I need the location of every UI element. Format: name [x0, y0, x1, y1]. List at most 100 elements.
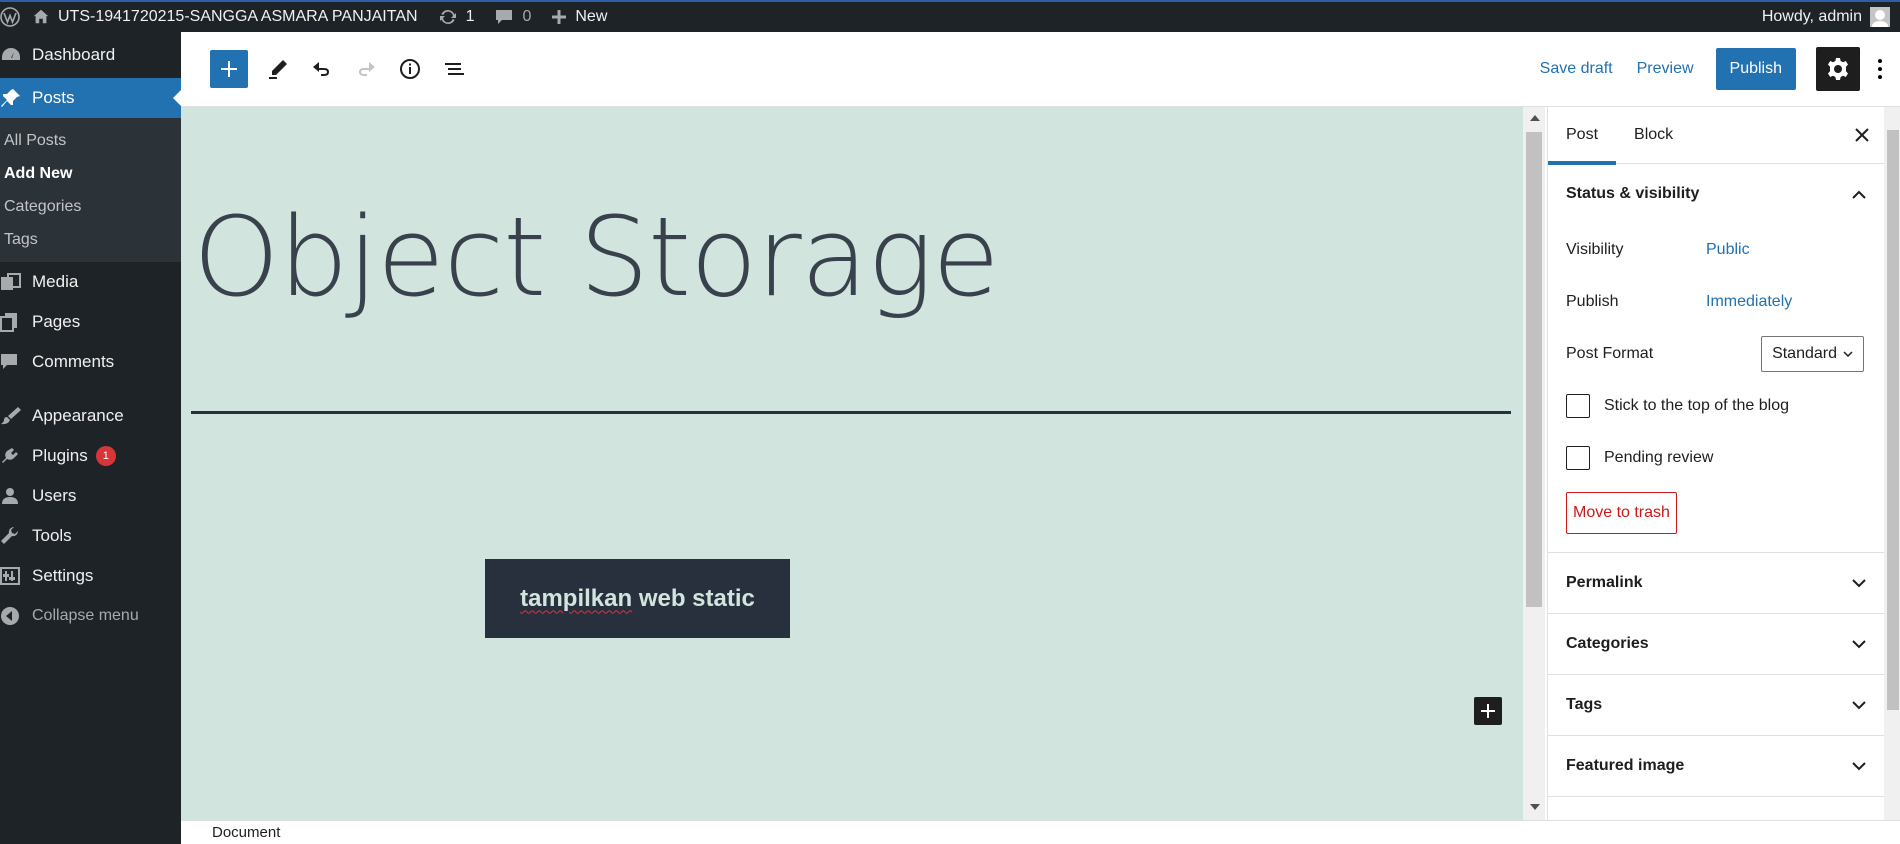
menu-users[interactable]: Users: [0, 476, 181, 516]
submenu-all-posts[interactable]: All Posts: [0, 124, 181, 157]
sticky-label[interactable]: Stick to the top of the blog: [1604, 397, 1789, 415]
tags-toggle[interactable]: Tags: [1548, 675, 1884, 735]
redo-button[interactable]: [346, 49, 386, 89]
collapse-arrow-icon: [0, 606, 32, 626]
menu-dashboard[interactable]: Dashboard: [0, 35, 181, 75]
wordpress-logo-icon[interactable]: [0, 1, 28, 33]
comments-count: 0: [522, 8, 532, 25]
menu-tools[interactable]: Tools: [0, 516, 181, 556]
info-icon: [399, 58, 421, 80]
submenu-add-new[interactable]: Add New: [0, 157, 181, 190]
menu-label: Comments: [32, 352, 115, 371]
featured-image-toggle[interactable]: Featured image: [1548, 736, 1884, 796]
scroll-up-arrow-icon[interactable]: [1530, 115, 1540, 121]
submenu-tags[interactable]: Tags: [0, 223, 181, 256]
tab-post[interactable]: Post: [1548, 107, 1617, 165]
howdy-text: Howdy, admin: [1761, 8, 1862, 25]
chevron-up-icon: [1852, 190, 1866, 199]
move-to-trash-button[interactable]: Move to trash: [1566, 492, 1677, 534]
pencil-icon: [267, 58, 289, 80]
publish-button[interactable]: Publish: [1715, 48, 1796, 90]
menu-media[interactable]: Media: [0, 262, 181, 302]
scroll-down-arrow-icon[interactable]: [1530, 804, 1540, 810]
undo-icon: [311, 58, 333, 80]
status-visibility-toggle[interactable]: Status & visibility: [1548, 164, 1884, 224]
updates-link[interactable]: 1: [428, 1, 485, 33]
categories-panel[interactable]: Categories: [1548, 614, 1884, 675]
append-block-button[interactable]: [1474, 697, 1502, 725]
menu-pages[interactable]: Pages: [0, 302, 181, 342]
preview-button[interactable]: Preview: [1625, 60, 1706, 78]
editor-toolbar: Save draft Preview Publish: [181, 32, 1900, 107]
menu-label: Collapse menu: [32, 607, 139, 624]
featured-image-panel[interactable]: Featured image: [1548, 736, 1884, 797]
more-options-button[interactable]: [1860, 58, 1900, 80]
vertical-ellipsis-icon: [1877, 58, 1883, 80]
menu-label: Tools: [32, 526, 72, 545]
menu-label: Plugins: [32, 446, 88, 465]
header-actions: Save draft Preview Publish: [1528, 32, 1900, 107]
collapse-menu-button[interactable]: Collapse menu: [0, 596, 181, 636]
submenu-categories[interactable]: Categories: [0, 190, 181, 223]
comments-icon: [0, 352, 32, 372]
separator-block[interactable]: [191, 411, 1511, 414]
publish-row: Publish Immediately: [1566, 276, 1866, 328]
pending-review-checkbox[interactable]: [1566, 446, 1590, 470]
sticky-checkbox[interactable]: [1566, 394, 1590, 418]
tab-block[interactable]: Block: [1616, 107, 1691, 164]
chevron-down-icon: [1852, 700, 1866, 710]
undo-button[interactable]: [302, 49, 342, 89]
updates-icon: [438, 7, 458, 27]
status-visibility-panel: Status & visibility Visibility Public Pu…: [1548, 164, 1884, 553]
menu-label: Users: [32, 486, 77, 505]
tools-button[interactable]: [258, 49, 298, 89]
new-content-link[interactable]: New: [541, 1, 617, 33]
pending-label[interactable]: Pending review: [1604, 449, 1713, 467]
admin-bar: UTS-1941720215-SANGGA ASMARA PANJAITAN 1…: [0, 0, 1900, 32]
block-inserter-button[interactable]: [210, 50, 248, 88]
pending-row: Pending review: [1566, 432, 1866, 484]
users-icon: [0, 486, 32, 506]
new-label: New: [575, 8, 608, 25]
list-view-button[interactable]: [434, 49, 474, 89]
visibility-value-button[interactable]: Public: [1706, 241, 1750, 259]
menu-posts[interactable]: Posts: [0, 78, 181, 118]
site-name-link[interactable]: UTS-1941720215-SANGGA ASMARA PANJAITAN: [28, 1, 428, 33]
settings-toggle-button[interactable]: [1816, 47, 1860, 91]
posts-submenu: All Posts Add New Categories Tags: [0, 118, 181, 262]
save-draft-button[interactable]: Save draft: [1528, 60, 1625, 78]
comments-link[interactable]: 0: [484, 1, 541, 33]
breadcrumb-document[interactable]: Document: [212, 824, 280, 841]
post-format-row: Post Format Standard: [1566, 328, 1866, 380]
plus-icon: [220, 60, 238, 78]
close-sidebar-button[interactable]: [1840, 128, 1884, 142]
sidebar-scrollbar-thumb[interactable]: [1887, 130, 1899, 710]
post-title[interactable]: Object Storage: [193, 193, 1000, 321]
canvas-scrollbar-thumb[interactable]: [1526, 132, 1542, 607]
account-menu[interactable]: Howdy, admin: [1752, 1, 1900, 33]
menu-comments[interactable]: Comments: [0, 342, 181, 382]
menu-label: Dashboard: [32, 45, 116, 64]
settings-sidebar: Post Block Status & visibility Visibilit…: [1547, 107, 1884, 820]
pages-icon: [0, 312, 32, 332]
gear-icon: [1826, 57, 1850, 81]
permalink-toggle[interactable]: Permalink: [1548, 553, 1884, 613]
editor-canvas[interactable]: Object Storage tampilkan web static: [181, 107, 1523, 820]
tags-panel[interactable]: Tags: [1548, 675, 1884, 736]
menu-plugins[interactable]: Plugins 1: [0, 436, 181, 476]
categories-toggle[interactable]: Categories: [1548, 614, 1884, 674]
button-text-misspelled: tampilkan: [520, 584, 633, 612]
chevron-down-icon: [1852, 578, 1866, 588]
menu-settings[interactable]: Settings: [0, 556, 181, 596]
site-name: UTS-1941720215-SANGGA ASMARA PANJAITAN: [58, 8, 418, 25]
plugins-update-badge: 1: [95, 446, 116, 466]
button-block[interactable]: tampilkan web static: [485, 559, 790, 638]
publish-date-button[interactable]: Immediately: [1706, 293, 1792, 311]
menu-appearance[interactable]: Appearance: [0, 396, 181, 436]
post-format-select[interactable]: Standard: [1761, 336, 1864, 372]
menu-label: Settings: [32, 566, 94, 585]
permalink-panel[interactable]: Permalink: [1548, 553, 1884, 614]
details-button[interactable]: [390, 49, 430, 89]
settings-sliders-icon: [0, 566, 32, 586]
plus-icon: [1481, 704, 1495, 718]
